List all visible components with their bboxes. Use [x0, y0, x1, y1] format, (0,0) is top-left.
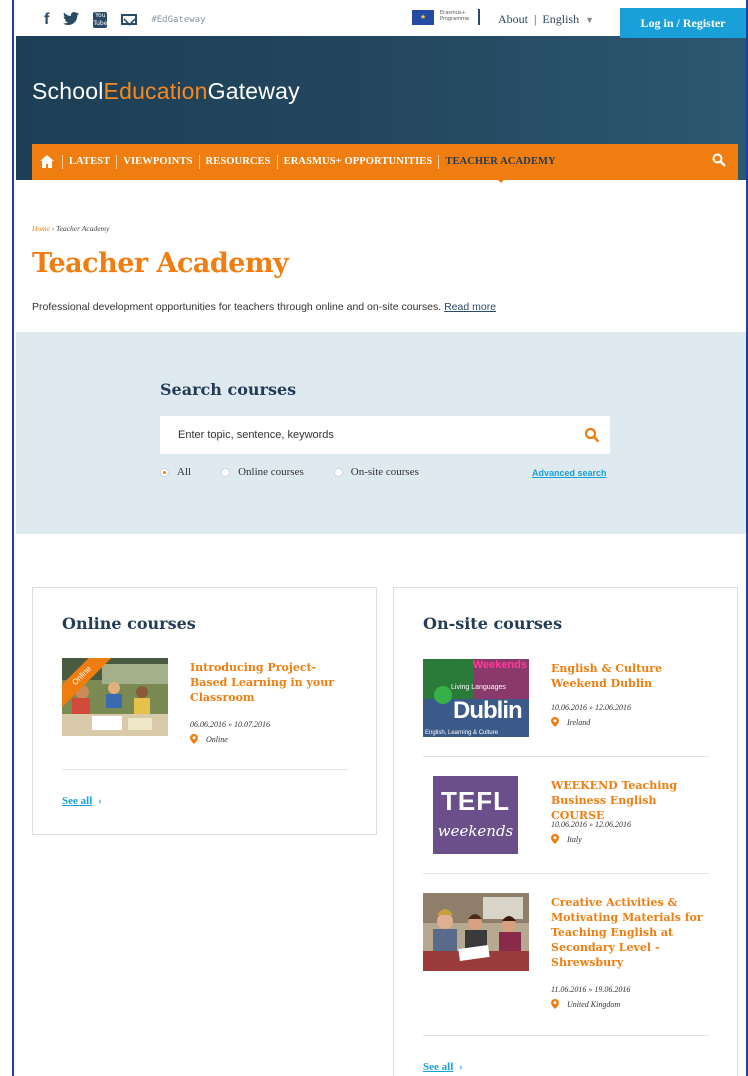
search-title: Search courses [160, 380, 297, 399]
course-thumbnail[interactable]: Weekends Living Languages Dublin English… [423, 659, 529, 737]
course-title[interactable]: Creative Activities & Motivating Materia… [551, 895, 711, 970]
nav-item-erasmus-opportunities[interactable]: ERASMUS+ OPPORTUNITIES [276, 155, 439, 169]
course-location: Italy [551, 834, 582, 844]
top-bar: f You Tube #EdGateway ★ Erasmus+ Program… [16, 0, 746, 38]
course-title[interactable]: Introducing Project-Based Learning in yo… [190, 660, 350, 705]
course-type-filter: All Online courses On-site courses [160, 466, 449, 478]
window-left-edge [0, 0, 14, 1076]
see-all-onsite-link[interactable]: See all › [423, 1061, 463, 1073]
course-dates: 06.06.2016 » 10.07.2016 [190, 720, 270, 729]
course-thumbnail[interactable]: Online [62, 658, 168, 736]
thumb-text: Dublin [453, 697, 523, 724]
divider [423, 873, 709, 874]
course-thumbnail[interactable] [423, 893, 529, 971]
youtube-icon[interactable]: You Tube [93, 11, 107, 28]
course-title[interactable]: WEEKEND Teaching Business English COURSE [551, 778, 711, 823]
course-thumbnail[interactable]: TEFL weekends [433, 776, 518, 854]
advanced-search-link[interactable]: Advanced search [532, 468, 607, 478]
search-section: Search courses All Online courses On-sit… [16, 332, 746, 534]
list-item: TEFL weekends WEEKEND Teaching Business … [423, 776, 709, 856]
eu-flag-icon: ★ [412, 10, 434, 25]
list-item: Creative Activities & Motivating Materia… [423, 893, 709, 1013]
top-links: About | English ▼ [498, 12, 594, 27]
language-selector[interactable]: English ▼ [542, 12, 594, 27]
see-all-online-link[interactable]: See all › [62, 795, 102, 807]
search-box [160, 416, 610, 454]
thumb-text: Weekends [472, 659, 527, 671]
nav-item-viewpoints[interactable]: VIEWPOINTS [116, 155, 198, 169]
course-dates: 11.06.2016 » 19.06.2016 [551, 985, 631, 994]
separator: | [534, 12, 537, 26]
course-location: United Kingdom [551, 999, 620, 1009]
divider [62, 769, 348, 770]
search-input[interactable] [160, 416, 580, 454]
search-icon[interactable] [584, 427, 600, 443]
site-logo[interactable]: SchoolEducationGateway [32, 78, 300, 105]
location-pin-icon [551, 834, 559, 844]
list-item: Weekends Living Languages Dublin English… [423, 659, 709, 749]
location-pin-icon [551, 717, 559, 727]
divider [423, 1035, 709, 1036]
online-courses-heading: Online courses [62, 614, 196, 633]
divider [478, 9, 480, 25]
thumb-text: TEFL [441, 786, 510, 816]
page: f You Tube #EdGateway ★ Erasmus+ Program… [16, 0, 746, 1076]
breadcrumb: Home › Teacher Academy [32, 224, 110, 233]
radio-button-checked[interactable] [160, 467, 169, 477]
twitter-icon[interactable] [63, 10, 80, 29]
breadcrumb-current: Teacher Academy [56, 224, 110, 233]
course-dates: 10.06.2016 » 12.06.2016 [551, 703, 631, 712]
social-links: f You Tube #EdGateway [44, 10, 206, 29]
page-intro: Professional development opportunities f… [32, 301, 497, 313]
course-location: Online [190, 734, 228, 744]
radio-button[interactable] [333, 467, 343, 477]
home-icon[interactable] [32, 144, 62, 181]
breadcrumb-home[interactable]: Home [32, 224, 50, 233]
hashtag[interactable]: #EdGateway [151, 15, 205, 25]
course-title[interactable]: English & Culture Weekend Dublin [551, 661, 711, 691]
online-courses-card: Online courses Online Introducing Projec… [32, 587, 377, 835]
main-nav: LATEST VIEWPOINTS RESOURCES ERASMUS+ OPP… [32, 144, 738, 183]
facebook-icon[interactable]: f [44, 11, 49, 28]
radio-onsite-courses[interactable]: On-site courses [333, 466, 419, 478]
chevron-right-icon: › [98, 796, 102, 807]
location-pin-icon [551, 999, 559, 1009]
course-dates: 10.06.2016 » 12.06.2016 [551, 820, 631, 829]
onsite-courses-card: On-site courses Weekends Living Language… [393, 587, 738, 1076]
erasmus-plus-label: Erasmus+ Programme [440, 10, 470, 22]
course-location: Ireland [551, 717, 590, 727]
read-more-link[interactable]: Read more [444, 301, 496, 313]
search-icon[interactable] [712, 153, 726, 167]
nav-item-resources[interactable]: RESOURCES [198, 155, 277, 169]
radio-online-courses[interactable]: Online courses [221, 466, 304, 478]
thumb-text: English, Learning & Culture [425, 730, 499, 736]
chevron-right-icon: › [459, 1062, 463, 1073]
list-item: Online Introducing Project-Based Learnin… [62, 658, 348, 748]
divider [423, 756, 709, 757]
mail-icon[interactable] [121, 14, 138, 25]
thumb-text: Living Languages [451, 684, 506, 691]
radio-button[interactable] [221, 467, 231, 477]
site-header: f You Tube #EdGateway ★ Erasmus+ Program… [16, 0, 746, 183]
login-register-button[interactable]: Log in / Register [620, 8, 746, 38]
location-pin-icon [190, 734, 198, 744]
onsite-courses-heading: On-site courses [423, 614, 563, 633]
page-title: Teacher Academy [32, 248, 289, 279]
chevron-down-icon: ▼ [585, 15, 594, 25]
about-link[interactable]: About [498, 12, 528, 27]
nav-item-teacher-academy[interactable]: TEACHER ACADEMY [438, 155, 561, 183]
thumb-text: weekends [437, 822, 514, 840]
nav-item-latest[interactable]: LATEST [62, 155, 116, 169]
radio-all[interactable]: All [160, 466, 191, 478]
